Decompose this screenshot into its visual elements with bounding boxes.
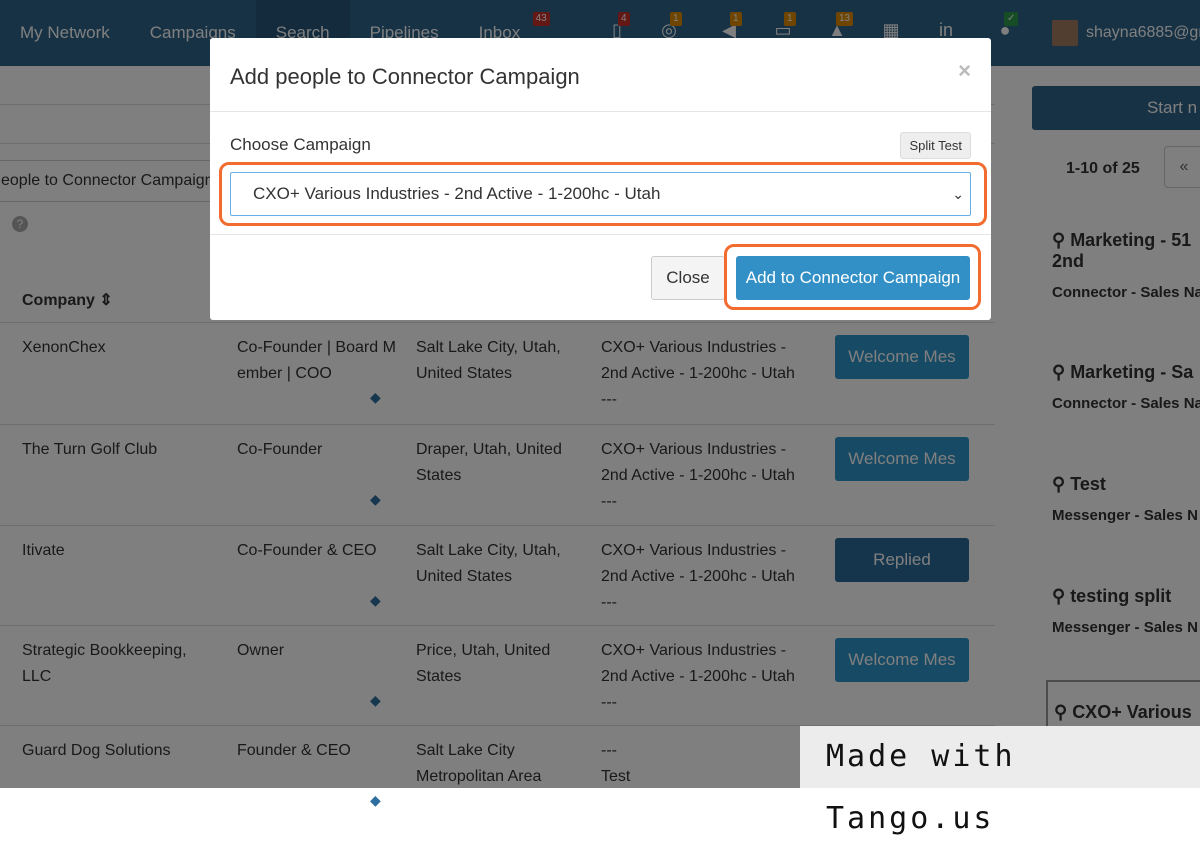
choose-campaign-label: Choose Campaign bbox=[230, 135, 371, 154]
close-icon[interactable]: × bbox=[958, 58, 971, 84]
modal-title: Add people to Connector Campaign bbox=[210, 38, 991, 112]
add-to-campaign-modal: Add people to Connector Campaign × Choos… bbox=[210, 38, 991, 320]
tag-icon[interactable]: ◆ bbox=[370, 792, 381, 809]
highlight-select bbox=[219, 162, 987, 226]
split-test-button[interactable]: Split Test bbox=[900, 132, 971, 159]
tango-watermark: Made with Tango.us bbox=[800, 726, 1200, 836]
highlight-add-button bbox=[724, 244, 981, 310]
close-button[interactable]: Close bbox=[651, 256, 725, 300]
modal-footer bbox=[210, 234, 991, 235]
